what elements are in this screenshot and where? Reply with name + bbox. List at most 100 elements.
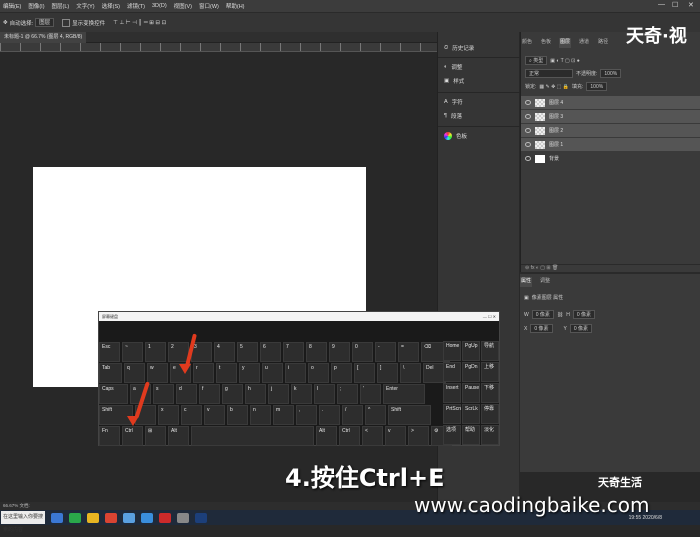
osk-key[interactable]: d — [176, 384, 197, 404]
osk-key[interactable]: ' — [360, 384, 381, 404]
osk-nav-key[interactable]: PgDn — [462, 362, 480, 382]
osk-key[interactable]: h — [245, 384, 266, 404]
osk-key[interactable]: i — [285, 363, 306, 383]
osk-key[interactable]: Esc — [99, 342, 120, 362]
osk-key[interactable]: 5 — [237, 342, 258, 362]
osk-key[interactable]: y — [239, 363, 260, 383]
osk-key[interactable]: [ — [354, 363, 375, 383]
eye-icon[interactable] — [525, 100, 531, 105]
osk-key[interactable]: n — [250, 405, 271, 425]
width-input[interactable]: 0 像素 — [531, 310, 554, 319]
wps-icon[interactable] — [159, 512, 171, 523]
osk-key[interactable]: / — [342, 405, 363, 425]
browser-icon[interactable] — [141, 512, 153, 523]
layer-row[interactable]: 图层 4 — [521, 96, 700, 109]
maximize-button[interactable]: ☐ — [672, 1, 678, 9]
osk-nav-key[interactable]: 下移 — [481, 383, 499, 403]
osk-key[interactable]: g — [222, 384, 243, 404]
menu-item[interactable]: 图像(I) — [28, 2, 44, 10]
osk-nav-key[interactable]: 选项 — [443, 425, 461, 445]
transform-controls-option[interactable]: 显示变换控件 — [62, 18, 105, 27]
layer-row[interactable]: 图层 1 — [521, 138, 700, 151]
tab-channels[interactable]: 通道 — [578, 38, 590, 48]
osk-key[interactable]: Tab — [99, 363, 122, 383]
osk-key[interactable] — [191, 426, 314, 446]
osk-key[interactable]: s — [153, 384, 174, 404]
osk-key[interactable]: r — [193, 363, 214, 383]
osk-key[interactable]: t — [216, 363, 237, 383]
layer-row[interactable]: 图层 2 — [521, 124, 700, 137]
paragraph-panel-button[interactable]: ¶ 段落 — [444, 112, 462, 120]
osk-key[interactable]: - — [375, 342, 396, 362]
adjust-panel-button[interactable]: ◐ 调整 — [444, 63, 462, 71]
osk-nav-key[interactable]: 帮助 — [462, 425, 480, 445]
menu-item[interactable]: 滤镜(T) — [127, 2, 145, 10]
auto-select-dropdown[interactable]: 图层 — [35, 18, 55, 27]
osk-key[interactable]: Fn — [99, 426, 120, 446]
osk-key[interactable]: 0 — [352, 342, 373, 362]
osk-nav-key[interactable]: 导航 — [481, 341, 499, 361]
lock-icons[interactable]: ▦ ✎ ✥ ⬚ 🔒 — [539, 84, 569, 90]
tab-adjustments[interactable]: 调整 — [539, 277, 551, 287]
osk-nav-key[interactable]: Insert — [443, 383, 461, 403]
osk-key[interactable]: k — [291, 384, 312, 404]
osk-nav-key[interactable]: PrtScn — [443, 404, 461, 424]
osk-key[interactable]: Alt — [316, 426, 337, 446]
layer-row[interactable]: 图层 3 — [521, 110, 700, 123]
minimize-button[interactable]: — — [658, 1, 665, 8]
explorer-icon[interactable] — [87, 512, 99, 523]
tab-swatches[interactable]: 色板 — [540, 38, 552, 48]
osk-key[interactable]: Alt — [168, 426, 189, 446]
taskbar-search[interactable]: 在这里输入你要搜索的内容 — [1, 511, 45, 533]
osk-key[interactable]: v — [204, 405, 225, 425]
tab-color[interactable]: 颜色 — [521, 38, 533, 48]
osk-nav-key[interactable]: ScrLk — [462, 404, 480, 424]
auto-select-option[interactable]: ✥ 自动选择: 图层 — [3, 18, 55, 27]
menu-item[interactable]: 帮助(H) — [226, 2, 245, 10]
osk-nav-key[interactable]: End — [443, 362, 461, 382]
osk-key[interactable]: o — [308, 363, 329, 383]
osk-key[interactable]: 9 — [329, 342, 350, 362]
osk-key[interactable]: ⊞ — [145, 426, 166, 446]
tab-properties[interactable]: 属性 — [520, 277, 533, 287]
menu-item[interactable]: 选择(S) — [102, 2, 120, 10]
layer-row[interactable]: 背景 — [521, 152, 700, 165]
photoshop-icon[interactable] — [195, 512, 207, 523]
osk-key[interactable]: . — [319, 405, 340, 425]
osk-key[interactable]: = — [398, 342, 419, 362]
link-icon[interactable]: ⛓ — [557, 312, 563, 318]
osk-key[interactable]: f — [199, 384, 220, 404]
tab-layers[interactable]: 图层 — [559, 38, 572, 48]
osk-key[interactable]: l — [314, 384, 335, 404]
checkbox-icon[interactable] — [62, 18, 71, 27]
osk-key[interactable]: 8 — [306, 342, 327, 362]
x-input[interactable]: 0 像素 — [530, 324, 553, 333]
osk-key[interactable]: p — [331, 363, 352, 383]
osk-key[interactable]: w — [147, 363, 168, 383]
osk-key[interactable]: \ — [400, 363, 421, 383]
osk-key[interactable]: j — [268, 384, 289, 404]
osk-key[interactable]: 1 — [145, 342, 166, 362]
align-icons[interactable]: ⊤ ⊥ ⊢ ⊣ ║ ═ ⊞ ⊟ ⊡ — [113, 20, 166, 26]
osk-key[interactable]: ^ — [365, 405, 386, 425]
menu-item[interactable]: 文字(Y) — [76, 2, 94, 10]
task-view-icon[interactable] — [51, 512, 63, 523]
eye-icon[interactable] — [525, 128, 531, 133]
style-panel-button[interactable]: ▣ 样式 — [444, 77, 464, 85]
align-buttons[interactable]: ⊤ ⊥ ⊢ ⊣ ║ ═ ⊞ ⊟ ⊡ — [113, 20, 166, 26]
osk-key[interactable]: > — [408, 426, 429, 446]
osk-key[interactable]: ] — [377, 363, 398, 383]
osk-key[interactable]: c — [181, 405, 202, 425]
osk-nav-key[interactable]: PgUp — [462, 341, 480, 361]
menu-item[interactable]: 图层(L) — [52, 2, 70, 10]
osk-window-controls[interactable]: — ☐ ✕ — [483, 314, 496, 319]
osk-key[interactable]: q — [124, 363, 145, 383]
osk-key[interactable]: Caps — [99, 384, 128, 404]
osk-key[interactable]: x — [158, 405, 179, 425]
chrome-icon[interactable] — [105, 512, 117, 523]
eye-icon[interactable] — [525, 142, 531, 147]
menu-item[interactable]: 3D(D) — [152, 3, 167, 9]
osk-key[interactable]: u — [262, 363, 283, 383]
swatch-panel-button[interactable]: 色板 — [444, 132, 467, 140]
filter-icons[interactable]: ▣ ◐ T ▢ ⊡ ● — [550, 58, 580, 64]
